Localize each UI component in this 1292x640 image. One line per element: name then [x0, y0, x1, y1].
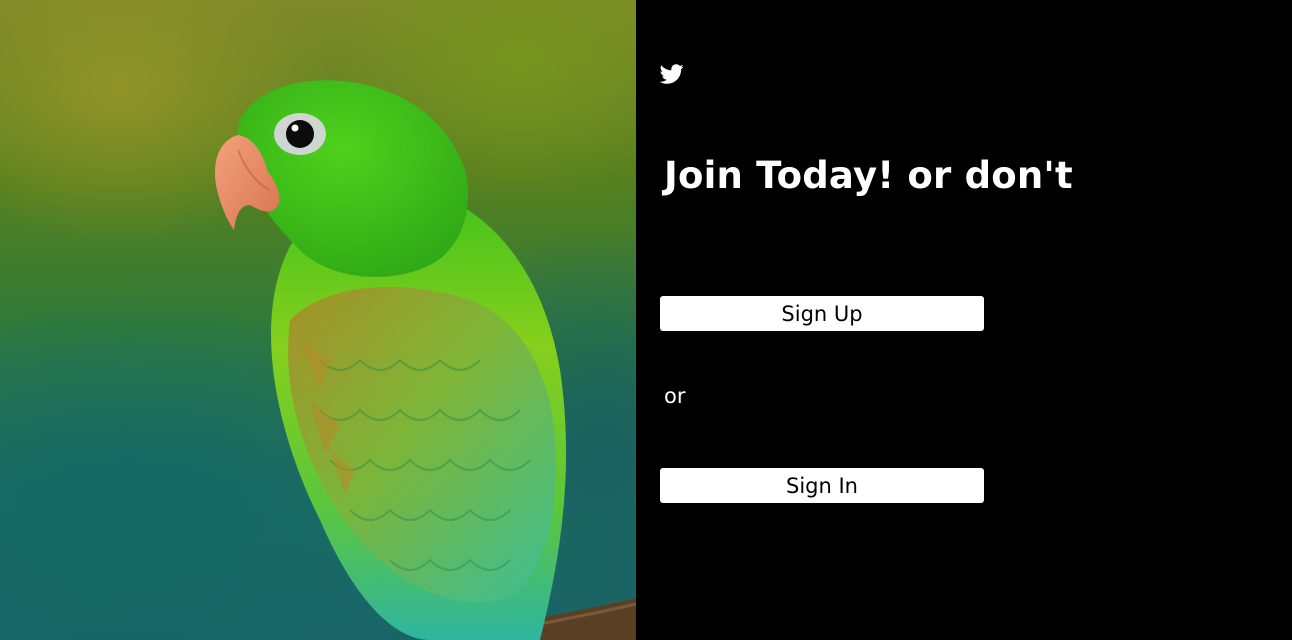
twitter-bird-icon	[659, 62, 684, 86]
sign-in-button[interactable]: Sign In	[660, 468, 984, 503]
parakeet-illustration	[214, 80, 636, 640]
join-page: Join Today! or don't Sign Up or Sign In	[0, 0, 1292, 640]
page-title: Join Today! or don't	[664, 154, 1073, 197]
join-panel: Join Today! or don't Sign Up or Sign In	[636, 0, 1292, 640]
parakeet-photo	[0, 0, 636, 640]
sign-up-button[interactable]: Sign Up	[660, 296, 984, 331]
or-separator: or	[664, 384, 686, 408]
